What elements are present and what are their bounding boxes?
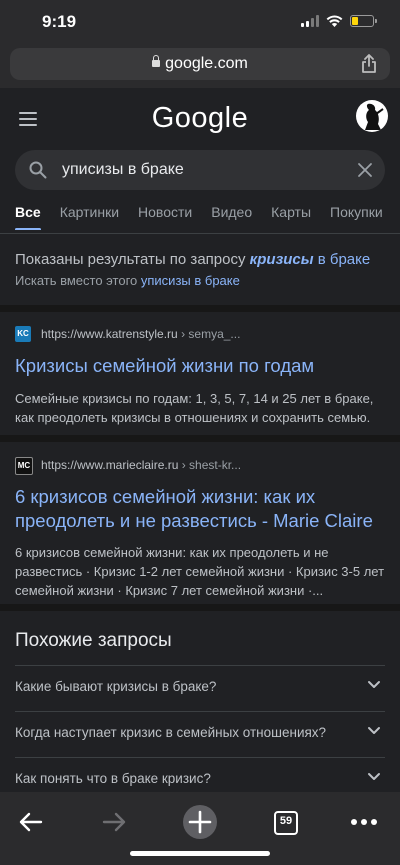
search-result: MC https://www.marieclaire.ru › shest-kr… — [15, 457, 387, 602]
tab-all[interactable]: Все — [15, 204, 41, 230]
site-favicon: KC — [15, 326, 31, 342]
result-title-link[interactable]: Кризисы семейной жизни по годам — [15, 354, 387, 378]
tabs-divider — [0, 233, 400, 234]
new-tab-plus-icon[interactable] — [180, 802, 220, 842]
back-arrow-icon[interactable] — [11, 802, 51, 842]
cellular-signal-icon — [301, 15, 319, 27]
search-input[interactable]: уписизы в браке — [62, 161, 184, 179]
correction-prefix: Показаны результаты по запросу — [15, 251, 246, 268]
result-url[interactable]: https://www.katrenstyle.ru › semya_... — [41, 327, 240, 341]
tab-maps[interactable]: Карты — [271, 204, 311, 220]
related-question[interactable]: Когда наступает кризис в семейных отноше… — [15, 711, 385, 756]
search-tabs: Все Картинки Новости Видео Карты Покупки — [15, 204, 400, 230]
search-box[interactable]: уписизы в браке — [15, 150, 385, 190]
result-snippet: 6 кризисов семейной жизни: как их преодо… — [15, 545, 385, 598]
corrected-query-link[interactable]: кризисы в браке — [250, 251, 371, 268]
divider — [0, 305, 400, 312]
related-question[interactable]: Какие бывают кризисы в браке? — [15, 665, 385, 710]
original-query-link[interactable]: уписизы в браке — [141, 273, 240, 288]
related-question-text: Какие бывают кризисы в браке? — [15, 679, 217, 694]
result-url[interactable]: https://www.marieclaire.ru › shest-kr... — [41, 458, 241, 472]
related-question-text: Когда наступает кризис в семейных отноше… — [15, 725, 327, 740]
search-result: KC https://www.katrenstyle.ru › semya_..… — [15, 326, 387, 430]
browser-address-area: google.com — [0, 44, 400, 88]
avatar[interactable] — [356, 100, 388, 132]
tab-images[interactable]: Картинки — [60, 204, 119, 220]
chevron-down-icon — [368, 773, 380, 780]
more-options-icon[interactable] — [344, 802, 384, 842]
chevron-down-icon — [368, 727, 380, 734]
share-icon[interactable] — [360, 54, 378, 74]
instead-prefix: Искать вместо этого — [15, 273, 138, 288]
avatar-image — [365, 103, 384, 130]
home-indicator — [130, 851, 270, 856]
battery-icon — [350, 15, 377, 27]
wifi-icon — [326, 15, 343, 27]
tab-switcher-button[interactable]: 59 — [265, 802, 305, 842]
divider — [0, 604, 400, 611]
google-logo[interactable]: Google — [0, 102, 400, 135]
forward-arrow-icon[interactable] — [94, 802, 134, 842]
status-time: 9:19 — [42, 12, 77, 31]
tab-shopping[interactable]: Покупки — [330, 204, 383, 220]
spelling-correction: Показаны результаты по запросу кризисы в… — [15, 251, 390, 288]
chevron-down-icon — [368, 681, 380, 688]
lock-icon — [152, 55, 161, 67]
tab-video[interactable]: Видео — [211, 204, 252, 220]
clear-search-icon[interactable] — [357, 162, 373, 178]
related-searches-title: Похожие запросы — [15, 630, 172, 651]
status-bar: 9:19 — [0, 0, 400, 44]
search-icon — [29, 161, 47, 179]
site-favicon: MC — [15, 457, 33, 475]
status-icons — [301, 15, 377, 27]
divider — [0, 435, 400, 442]
address-bar[interactable]: google.com — [10, 48, 390, 80]
result-snippet: Семейные кризисы по годам: 1, 3, 5, 7, 1… — [15, 391, 374, 425]
google-header: Google — [0, 92, 400, 148]
tab-count: 59 — [279, 815, 293, 827]
result-title-link[interactable]: 6 кризисов семейной жизни: как их преодо… — [15, 485, 387, 533]
tab-news[interactable]: Новости — [138, 204, 192, 220]
address-url: google.com — [165, 55, 248, 72]
related-question-text: Как понять что в браке кризис? — [15, 771, 211, 786]
